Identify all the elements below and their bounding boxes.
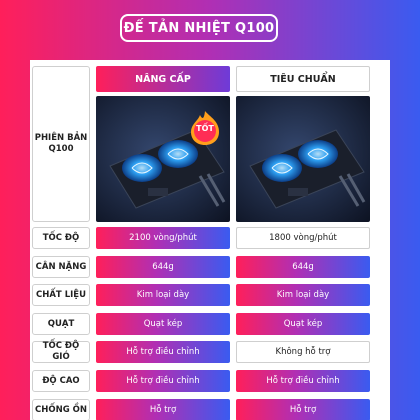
cell-standard-value: 644g — [236, 256, 370, 278]
cell-standard-value: Quạt kép — [236, 313, 370, 335]
cell-standard-value: Hỗ trợ — [236, 399, 370, 420]
cell-standard-value: 1800 vòng/phút — [236, 227, 370, 249]
cell-upgrade-value: 2100 vòng/phút — [96, 227, 230, 249]
product-image-standard — [236, 96, 370, 222]
row-label: TỐC ĐỘ GIÓ — [32, 341, 90, 363]
cell-upgrade-value: Quạt kép — [96, 313, 230, 335]
row-label: QUẠT — [32, 313, 90, 335]
version-label: PHIÊN BẢN Q100 — [32, 66, 90, 222]
column-header-upgrade: NÂNG CẤP — [96, 66, 230, 92]
cell-upgrade-value: Hỗ trợ điều chỉnh — [96, 341, 230, 363]
cell-standard-value: Hỗ trợ điều chỉnh — [236, 370, 370, 392]
cell-upgrade-value: Kim loại dày — [96, 284, 230, 306]
column-header-standard: TIÊU CHUẨN — [236, 66, 370, 92]
cell-upgrade-value: 644g — [96, 256, 230, 278]
page-title: ĐẾ TẢN NHIỆT Q100 — [120, 14, 278, 42]
row-label: CÂN NẶNG — [32, 256, 90, 278]
row-label: ĐỘ CAO — [32, 370, 90, 392]
row-label: CHỐNG ỒN — [32, 399, 90, 420]
row-label: TỐC ĐỘ — [32, 227, 90, 249]
cell-upgrade-value: Hỗ trợ — [96, 399, 230, 420]
cooling-pad-image-icon — [236, 96, 370, 222]
cell-standard-value: Kim loại dày — [236, 284, 370, 306]
cell-standard-value: Không hỗ trợ — [236, 341, 370, 363]
cell-upgrade-value: Hỗ trợ điều chỉnh — [96, 370, 230, 392]
badge-label: TỐT — [196, 123, 214, 133]
row-label: CHẤT LIỆU — [32, 284, 90, 306]
